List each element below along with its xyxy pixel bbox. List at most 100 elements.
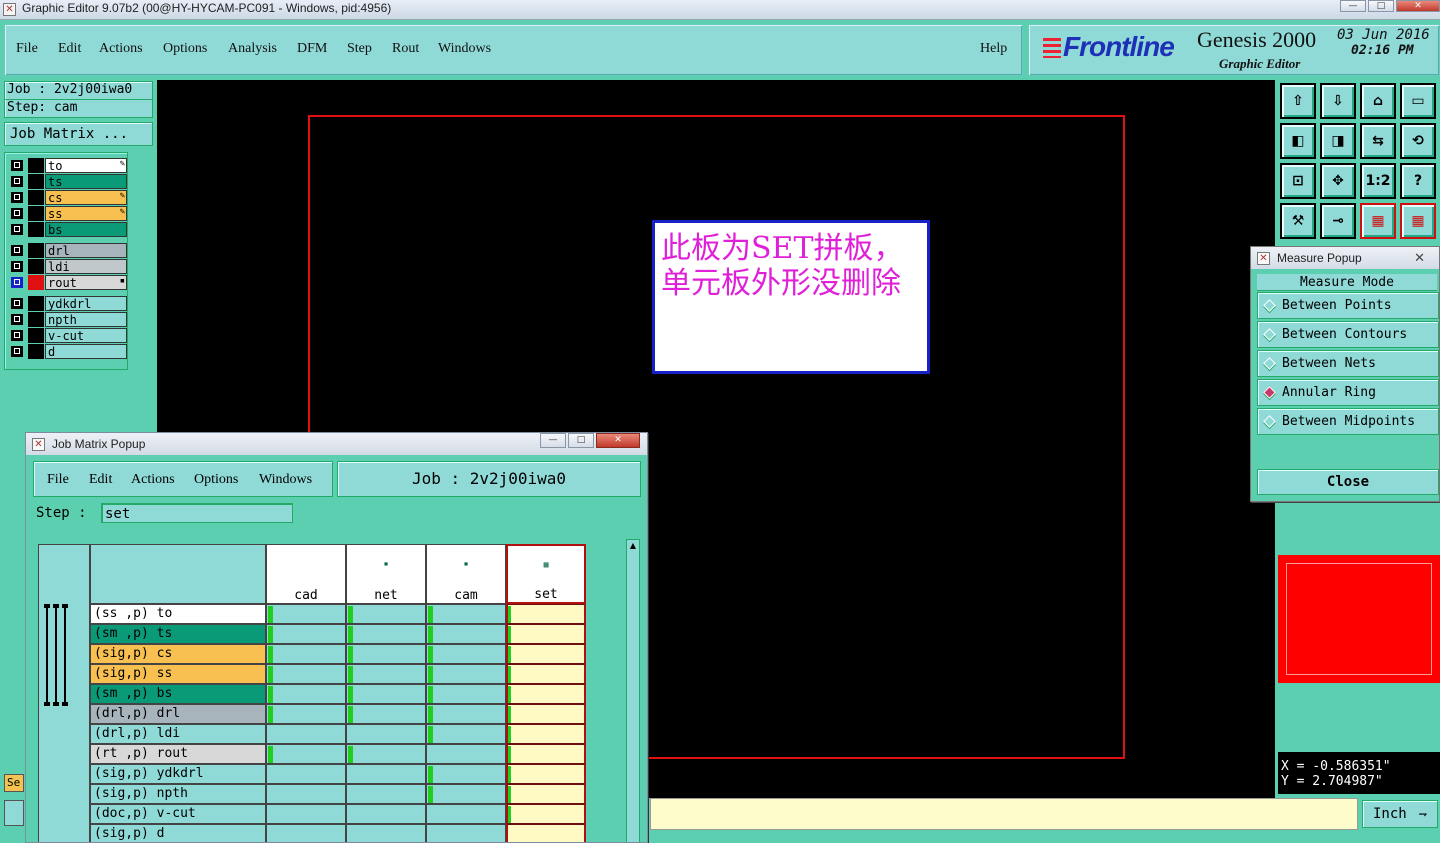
minimize-icon[interactable]: — (540, 433, 566, 448)
jm-menu-windows[interactable]: Windows (259, 472, 312, 488)
layer-checkbox[interactable] (11, 176, 23, 187)
matrix-cell[interactable] (506, 744, 586, 764)
jm-menu-edit[interactable]: Edit (89, 472, 112, 488)
matrix-cell[interactable] (266, 624, 346, 644)
matrix-layer-name[interactable]: (drl,p) ldi (90, 724, 266, 744)
probe-icon[interactable]: ⊸ (1320, 203, 1356, 239)
layer-row-d[interactable]: d (9, 344, 127, 359)
jm-menu-file[interactable]: File (47, 472, 69, 488)
jm-menu-actions[interactable]: Actions (131, 472, 175, 488)
layer-name[interactable]: drl (45, 243, 127, 258)
layer-swatch[interactable] (28, 259, 44, 274)
measure-option-between-contours[interactable]: Between Contours (1257, 321, 1439, 348)
layer-name[interactable]: ldi (45, 259, 127, 274)
layer-checkbox[interactable] (11, 224, 23, 235)
layer-swatch[interactable] (28, 328, 44, 343)
menu-rout[interactable]: Rout (392, 41, 419, 57)
minimap[interactable] (1278, 555, 1440, 683)
fit-all-icon[interactable]: ⊡ (1280, 163, 1316, 199)
menu-edit[interactable]: Edit (58, 41, 81, 57)
tools-icon[interactable]: ⚒ (1280, 203, 1316, 239)
layer-row-ydkdrl[interactable]: ydkdrl (9, 296, 127, 311)
maximize-icon[interactable]: □ (1368, 0, 1394, 12)
zoom-center-icon[interactable]: ✥ (1320, 163, 1356, 199)
matrix-cell[interactable] (266, 644, 346, 664)
measure-option-between-midpoints[interactable]: Between Midpoints (1257, 408, 1439, 435)
matrix-cell[interactable] (346, 624, 426, 644)
menu-help[interactable]: Help (980, 41, 1007, 57)
matrix-cell[interactable] (426, 644, 506, 664)
matrix-cell[interactable] (426, 784, 506, 804)
layer-row-bs[interactable]: bs (9, 222, 127, 237)
matrix-cell[interactable] (426, 684, 506, 704)
matrix-cell[interactable] (346, 764, 426, 784)
layer-row-rout[interactable]: rout ▪ (9, 275, 127, 290)
layer-swatch[interactable] (28, 190, 44, 205)
matrix-layer-name[interactable]: (sm ,p) ts (90, 624, 266, 644)
matrix-cell[interactable] (346, 684, 426, 704)
matrix-cell[interactable] (266, 664, 346, 684)
layer-name[interactable]: to (45, 158, 127, 173)
menu-analysis[interactable]: Analysis (228, 41, 277, 57)
pan-left-icon[interactable]: ◧ (1280, 123, 1316, 159)
layer-checkbox[interactable] (11, 160, 23, 171)
matrix-cell[interactable] (346, 804, 426, 824)
layer-swatch[interactable] (28, 174, 44, 189)
layer-name[interactable]: ydkdrl (45, 296, 127, 311)
vertical-scrollbar[interactable]: ▲ (626, 539, 640, 842)
layer-checkbox[interactable] (11, 298, 23, 309)
units-select[interactable]: Inch ⇁ (1362, 800, 1438, 828)
measure-close-button[interactable]: Close (1257, 469, 1439, 495)
matrix-cell[interactable] (346, 664, 426, 684)
layer-swatch[interactable] (28, 275, 44, 290)
home-up-icon[interactable]: ⇧ (1280, 83, 1316, 119)
matrix-cell[interactable] (506, 684, 586, 704)
matrix-cell[interactable] (426, 664, 506, 684)
measure-option-between-nets[interactable]: Between Nets (1257, 350, 1439, 377)
matrix-layer-name[interactable]: (sig,p) d (90, 824, 266, 842)
matrix-cell[interactable] (266, 604, 346, 624)
layer-swatch[interactable] (28, 243, 44, 258)
matrix-cell[interactable] (266, 764, 346, 784)
matrix-cell[interactable] (346, 644, 426, 664)
matrix-cell[interactable] (506, 624, 586, 644)
matrix-cell[interactable] (426, 764, 506, 784)
layer-checkbox[interactable] (11, 261, 23, 272)
home-down-icon[interactable]: ⇩ (1320, 83, 1356, 119)
layer-swatch[interactable] (28, 344, 44, 359)
layer-name[interactable]: rout (45, 275, 127, 290)
matrix-layer-name[interactable]: (sig,p) cs (90, 644, 266, 664)
layer-name[interactable]: ss (45, 206, 127, 221)
layer-name[interactable]: ts (45, 174, 127, 189)
layer-row-to[interactable]: to ✎ (9, 158, 127, 173)
house-icon[interactable]: ⌂ (1360, 83, 1396, 119)
step-column-cam[interactable]: ▪ cam (426, 544, 506, 604)
matrix-cell[interactable] (506, 804, 586, 824)
matrix-cell[interactable] (346, 824, 426, 842)
matrix-cell[interactable] (266, 684, 346, 704)
maximize-icon[interactable]: □ (568, 433, 594, 448)
layer-checkbox[interactable] (11, 314, 23, 325)
matrix-cell[interactable] (426, 624, 506, 644)
matrix-layer-name[interactable]: (drl,p) drl (90, 704, 266, 724)
matrix-layer-name[interactable]: (sig,p) ss (90, 664, 266, 684)
layer-swatch[interactable] (28, 222, 44, 237)
matrix-layer-name[interactable]: (sm ,p) bs (90, 684, 266, 704)
mirror-icon[interactable]: ⇆ (1360, 123, 1396, 159)
step-column-set[interactable]: ▦ set (506, 544, 586, 604)
matrix-cell[interactable] (426, 724, 506, 744)
matrix-layer-name[interactable]: (ss ,p) to (90, 604, 266, 624)
close-icon[interactable]: ✕ (1396, 0, 1440, 12)
layer-row-ss[interactable]: ss ✎ (9, 206, 127, 221)
matrix-cell[interactable] (346, 784, 426, 804)
matrix-cell[interactable] (346, 724, 426, 744)
matrix-cell[interactable] (506, 704, 586, 724)
close-icon[interactable]: ✕ (1414, 247, 1425, 269)
menu-dfm[interactable]: DFM (297, 41, 327, 57)
matrix-cell[interactable] (266, 824, 346, 842)
layer-swatch[interactable] (28, 206, 44, 221)
scroll-up-icon[interactable]: ▲ (628, 541, 638, 551)
layer-row-cs[interactable]: cs ✎ (9, 190, 127, 205)
rotate-icon[interactable]: ⟲ (1400, 123, 1436, 159)
step-input[interactable]: set (101, 503, 293, 523)
